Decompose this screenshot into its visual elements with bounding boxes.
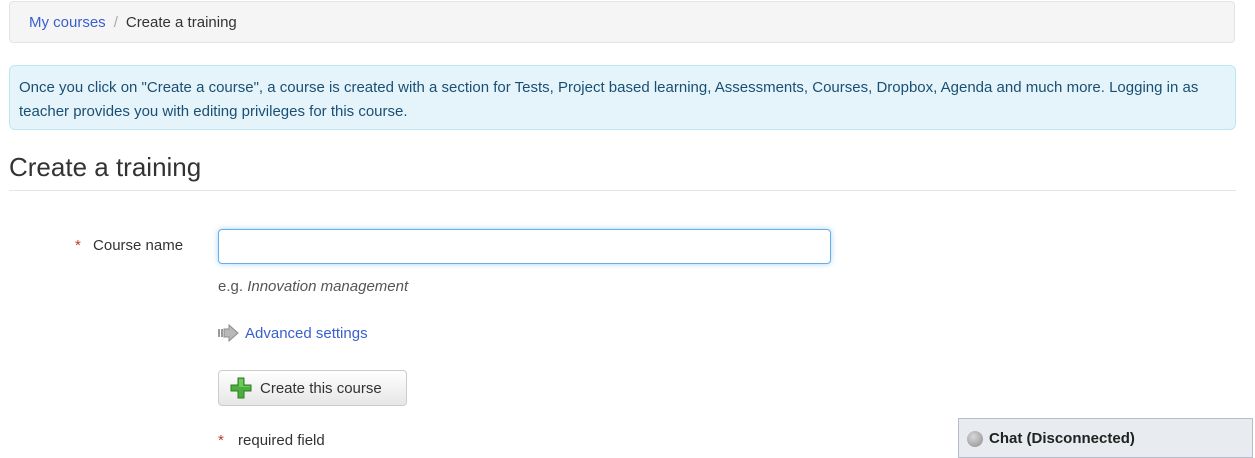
required-marker: * xyxy=(75,237,81,254)
page-title: Create a training xyxy=(9,150,1236,191)
status-dot-icon xyxy=(967,431,983,447)
required-note-marker: * xyxy=(218,432,224,449)
chat-bar[interactable]: Chat (Disconnected) xyxy=(958,418,1253,458)
help-prefix: e.g. xyxy=(218,278,244,295)
info-alert: Once you click on "Create a course", a c… xyxy=(9,65,1236,130)
breadcrumb-separator: / xyxy=(113,13,118,31)
course-name-input[interactable] xyxy=(218,229,831,264)
create-course-button[interactable]: Create this course xyxy=(218,370,407,406)
arrow-right-icon xyxy=(218,324,239,342)
course-name-help: e.g. Innovation management xyxy=(218,278,408,295)
create-course-label: Create this course xyxy=(260,379,382,397)
course-name-label-text: Course name xyxy=(93,237,184,254)
required-field-note: * required field xyxy=(218,432,325,449)
breadcrumb-my-courses-link[interactable]: My courses xyxy=(29,14,106,31)
required-note-text: required field xyxy=(238,432,325,449)
advanced-settings-link[interactable]: Advanced settings xyxy=(245,325,368,342)
breadcrumb-current: Create a training xyxy=(125,13,237,31)
chat-label: Chat (Disconnected) xyxy=(989,429,1135,447)
advanced-settings-toggle[interactable]: Advanced settings xyxy=(217,324,368,342)
plus-icon xyxy=(230,377,252,399)
help-example: Innovation management xyxy=(247,278,409,295)
breadcrumb: My courses / Create a training xyxy=(9,1,1235,43)
course-name-label: * Course name xyxy=(75,237,183,254)
